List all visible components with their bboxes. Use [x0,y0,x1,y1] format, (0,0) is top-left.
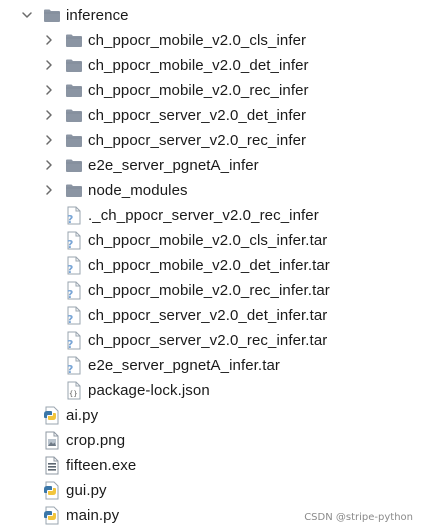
tree-item-label: ch_ppocr_mobile_v2.0_rec_infer [88,81,309,99]
tree-item-label: ._ch_ppocr_server_v2.0_rec_infer [88,206,319,224]
tree-item-label: node_modules [88,181,188,199]
svg-text:?: ? [67,313,73,325]
folder-icon [65,30,83,50]
watermark: CSDN @stripe-python [304,512,413,523]
tree-item-label: main.py [66,506,120,524]
tree-item-label: ch_ppocr_mobile_v2.0_det_infer [88,56,309,74]
folder-icon [65,155,83,175]
chevron-right-icon[interactable] [43,153,55,177]
tree-item-label: ch_ppocr_server_v2.0_det_infer.tar [88,306,328,324]
svg-text:?: ? [67,213,73,225]
chevron-right-icon[interactable] [43,78,55,102]
chevron-right-icon[interactable] [43,178,55,202]
tree-folder-item[interactable]: e2e_server_pgnetA_infer [0,153,421,177]
tree-file-item[interactable]: ? ch_ppocr_mobile_v2.0_cls_infer.tar [0,228,421,252]
json-file-icon: {} [65,380,83,400]
unknown-file-icon: ? [65,205,83,225]
tree-folder-inference[interactable]: inference [0,3,421,27]
folder-icon [65,105,83,125]
svg-text:?: ? [67,363,73,375]
tree-folder-item[interactable]: ch_ppocr_server_v2.0_det_infer [0,103,421,127]
tree-file-item[interactable]: {} package-lock.json [0,378,421,402]
tree-folder-item[interactable]: ch_ppocr_server_v2.0_rec_infer [0,128,421,152]
tree-folder-item[interactable]: ch_ppocr_mobile_v2.0_cls_infer [0,28,421,52]
tree-file-item[interactable]: gui.py [0,478,421,502]
svg-text:?: ? [67,288,73,300]
svg-text:?: ? [67,238,73,250]
tree-file-item[interactable]: ai.py [0,403,421,427]
tree-folder-item[interactable]: ch_ppocr_mobile_v2.0_rec_infer [0,78,421,102]
tree-file-item[interactable]: ? e2e_server_pgnetA_infer.tar [0,353,421,377]
tree-file-item[interactable]: fifteen.exe [0,453,421,477]
tree-item-label: e2e_server_pgnetA_infer [88,156,259,174]
svg-text:?: ? [67,338,73,350]
folder-icon [65,80,83,100]
tree-folder-item[interactable]: ch_ppocr_mobile_v2.0_det_infer [0,53,421,77]
unknown-file-icon: ? [65,280,83,300]
tree-item-label: ch_ppocr_server_v2.0_det_infer [88,106,307,124]
chevron-down-icon[interactable] [21,3,33,27]
exe-file-icon [43,455,61,475]
folder-icon [65,130,83,150]
tree-item-label: ai.py [66,406,99,424]
tree-item-label: inference [66,6,129,24]
chevron-right-icon[interactable] [43,28,55,52]
tree-file-item[interactable]: ? ch_ppocr_server_v2.0_rec_infer.tar [0,328,421,352]
tree-item-label: ch_ppocr_server_v2.0_rec_infer.tar [88,331,328,349]
svg-text:?: ? [67,263,73,275]
tree-item-label: ch_ppocr_mobile_v2.0_rec_infer.tar [88,281,330,299]
python-file-icon [43,505,61,525]
unknown-file-icon: ? [65,330,83,350]
tree-item-label: ch_ppocr_mobile_v2.0_cls_infer [88,31,307,49]
unknown-file-icon: ? [65,355,83,375]
folder-icon [65,180,83,200]
tree-folder-item[interactable]: node_modules [0,178,421,202]
tree-file-item[interactable]: ? ._ch_ppocr_server_v2.0_rec_infer [0,203,421,227]
tree-file-item[interactable]: ? ch_ppocr_mobile_v2.0_rec_infer.tar [0,278,421,302]
project-file-tree: inference ch_ppocr_mobile_v2.0_cls_infer… [0,0,421,529]
python-file-icon [43,405,61,425]
tree-file-item[interactable]: ? ch_ppocr_server_v2.0_det_infer.tar [0,303,421,327]
chevron-right-icon[interactable] [43,103,55,127]
python-file-icon [43,480,61,500]
image-file-icon [43,430,61,450]
tree-file-item[interactable]: ? ch_ppocr_mobile_v2.0_det_infer.tar [0,253,421,277]
tree-item-label: package-lock.json [88,381,210,399]
chevron-right-icon[interactable] [43,128,55,152]
tree-item-label: crop.png [66,431,126,449]
tree-item-label: ch_ppocr_server_v2.0_rec_infer [88,131,307,149]
unknown-file-icon: ? [65,255,83,275]
tree-item-label: ch_ppocr_mobile_v2.0_det_infer.tar [88,256,330,274]
tree-item-label: ch_ppocr_mobile_v2.0_cls_infer.tar [88,231,328,249]
tree-item-label: gui.py [66,481,107,499]
folder-icon [65,55,83,75]
folder-icon [43,5,61,25]
tree-file-item[interactable]: crop.png [0,428,421,452]
chevron-right-icon[interactable] [43,53,55,77]
tree-item-label: e2e_server_pgnetA_infer.tar [88,356,280,374]
unknown-file-icon: ? [65,305,83,325]
unknown-file-icon: ? [65,230,83,250]
tree-item-label: fifteen.exe [66,456,137,474]
svg-text:{}: {} [69,390,78,398]
